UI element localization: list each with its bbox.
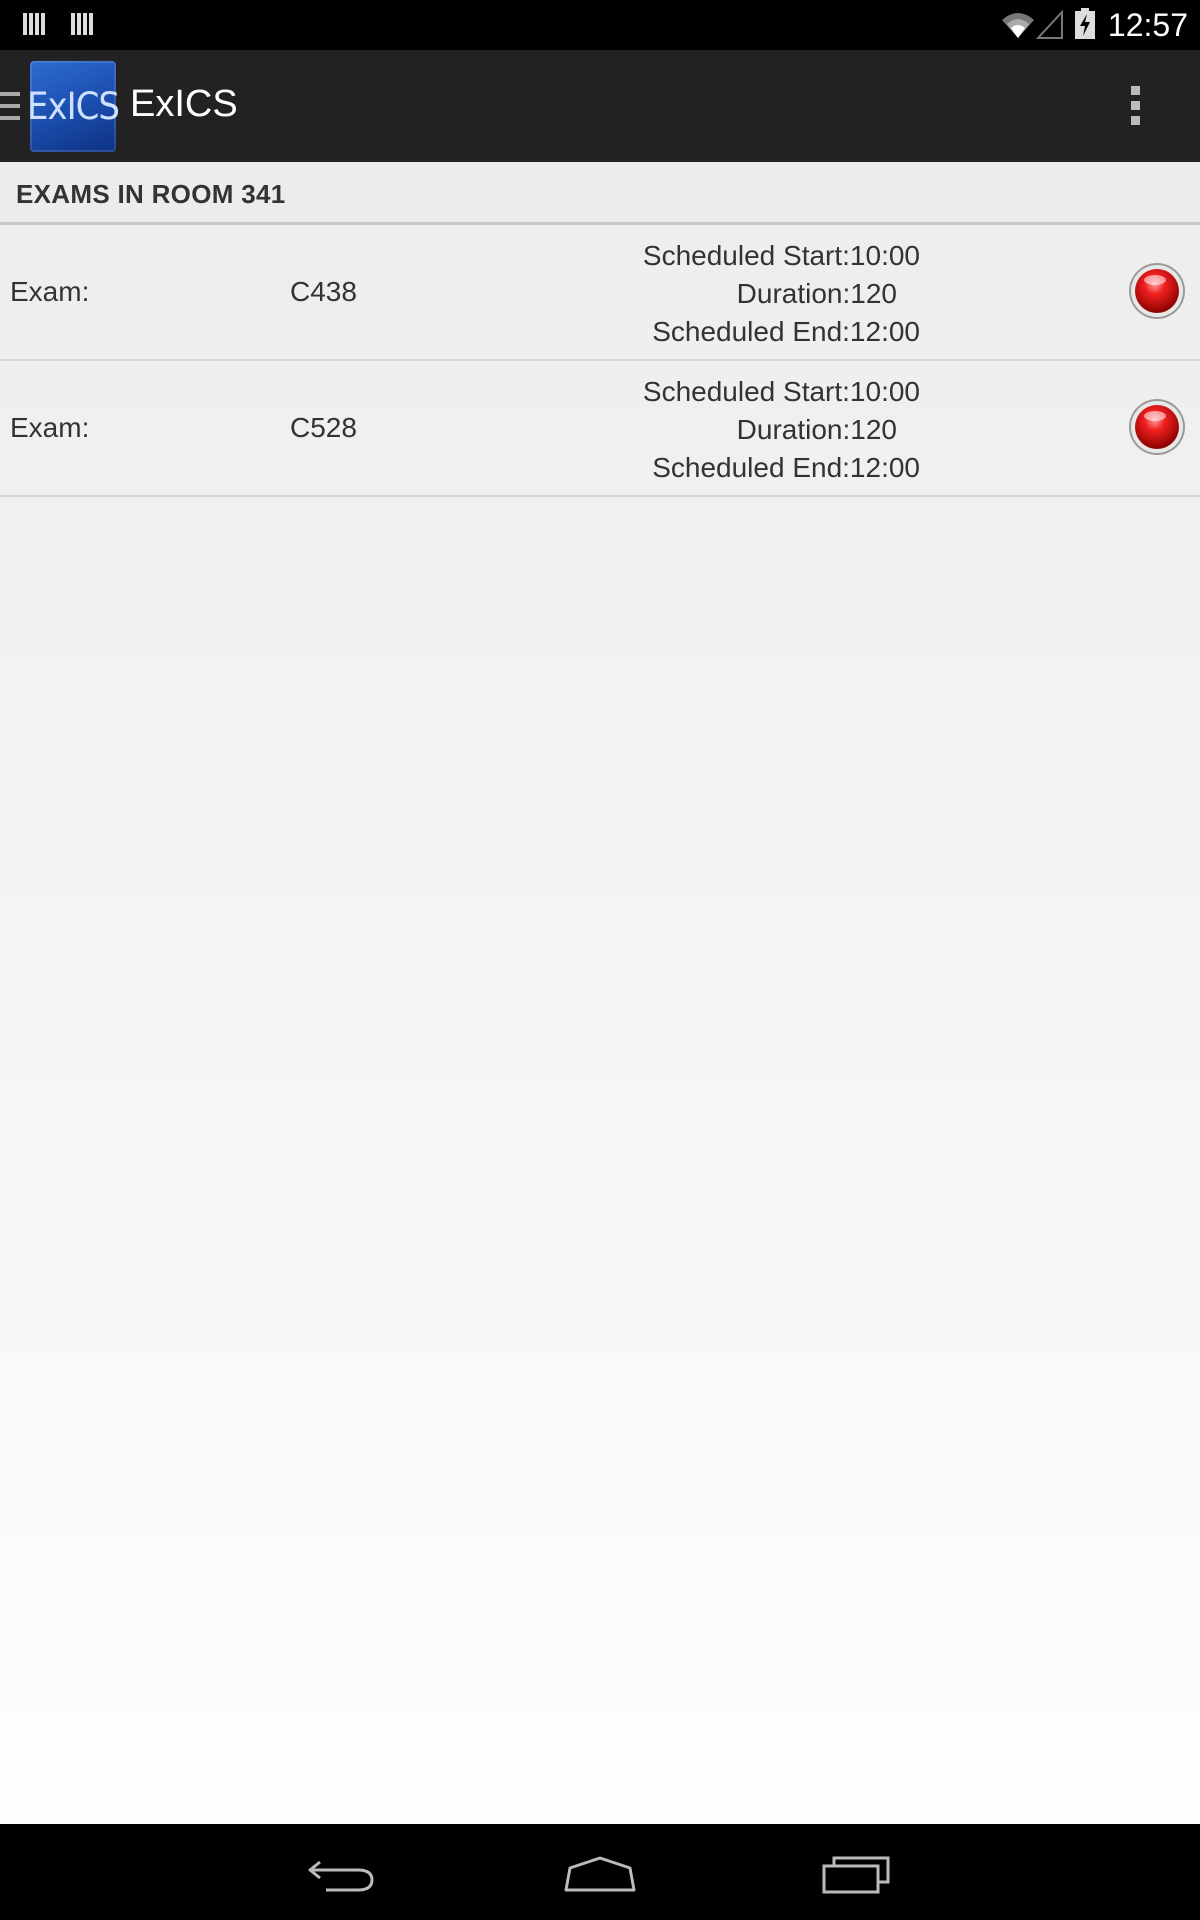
exam-code: C438 [290,276,357,307]
status-bar: 12:57 [0,0,1200,50]
notification-bars-icon [71,13,93,35]
overflow-menu-icon[interactable] [1120,80,1150,132]
exam-label: Exam: [10,276,90,307]
duration: Duration:120 [736,414,897,445]
battery-charging-icon [1075,8,1095,39]
action-bar: ExICS ExICS [0,50,1200,162]
clock: 12:57 [1107,7,1188,43]
scheduled-end: Scheduled End:12:00 [652,452,920,483]
exam-list: Exam: C438 Scheduled Start:10:00 Duratio… [0,225,1200,497]
exam-times: Scheduled Start:10:00 Duration:120 Sched… [643,237,920,351]
app-title: ExICS [130,83,238,125]
recents-icon[interactable] [820,1852,894,1896]
drawer-menu-icon[interactable] [0,90,22,122]
exam-label: Exam: [10,412,90,443]
exam-row[interactable]: Exam: C528 Scheduled Start:10:00 Duratio… [0,361,1200,497]
app-logo[interactable]: ExICS [27,60,120,153]
status-light-icon[interactable] [1127,397,1187,457]
section-header: EXAMS IN ROOM 341 [0,162,1200,225]
home-icon[interactable] [560,1854,640,1894]
scheduled-end: Scheduled End:12:00 [652,316,920,347]
signal-icon [1036,10,1063,39]
wifi-icon [1002,13,1034,38]
section-title: EXAMS IN ROOM 341 [16,179,286,209]
duration: Duration:120 [736,278,897,309]
back-icon[interactable] [306,1854,378,1894]
nav-bar [0,1824,1200,1920]
scheduled-start: Scheduled Start:10:00 [642,240,920,271]
exam-row[interactable]: Exam: C438 Scheduled Start:10:00 Duratio… [0,225,1200,361]
status-light-icon[interactable] [1127,261,1187,321]
scheduled-start: Scheduled Start:10:00 [642,376,920,407]
exam-code: C528 [290,412,357,443]
exam-times: Scheduled Start:10:00 Duration:120 Sched… [643,373,920,487]
notification-bars-icon [23,13,45,35]
